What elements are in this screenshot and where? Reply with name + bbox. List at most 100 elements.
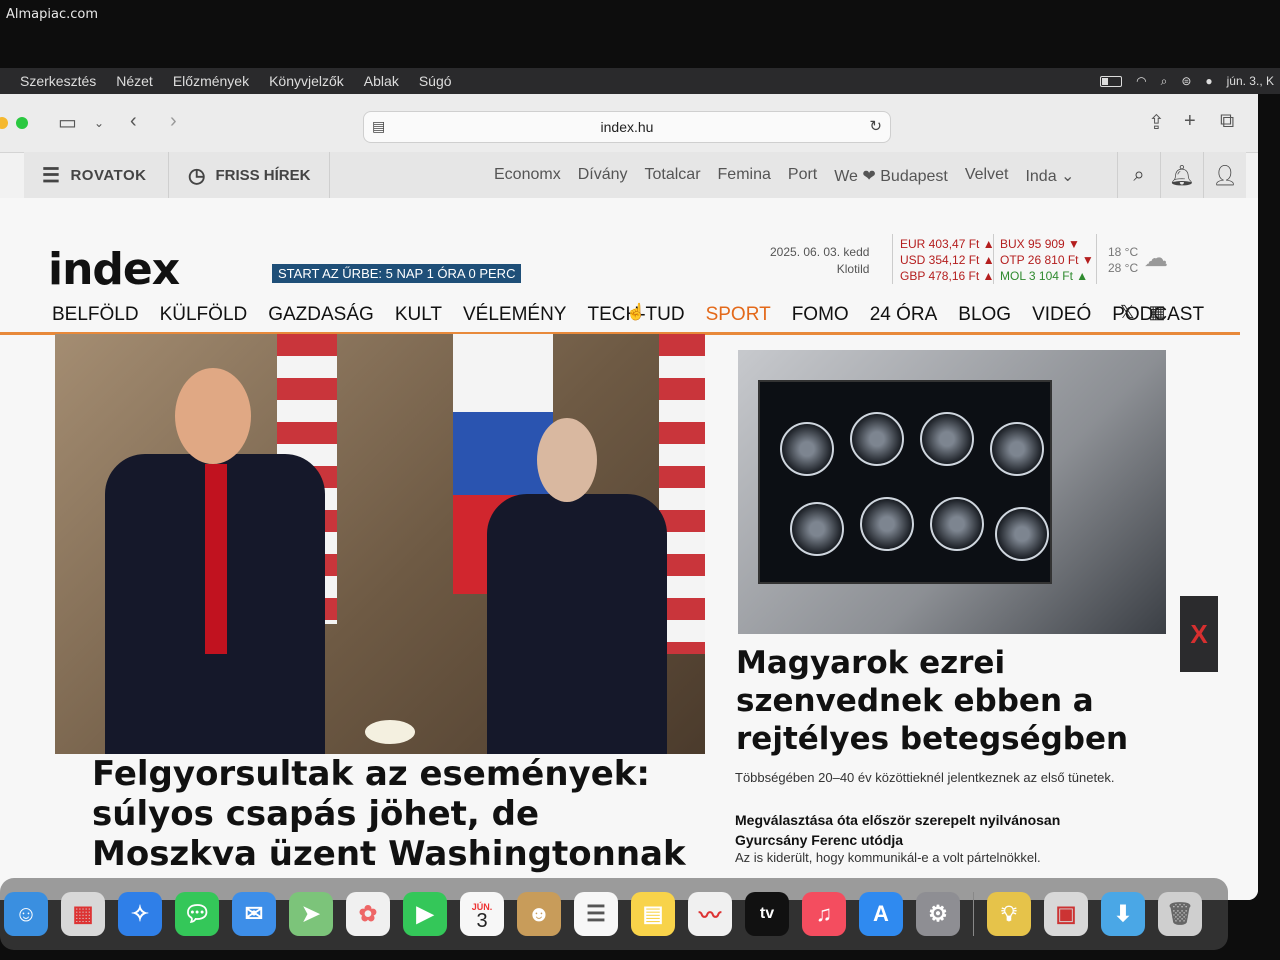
menubar-date[interactable]: jún. 3., K xyxy=(1227,74,1274,88)
currency-rates[interactable]: EUR 403,47 Ft ▲ USD 354,12 Ft ▲ GBP 478,… xyxy=(900,236,995,284)
sub-headline[interactable]: Megválasztása óta először szerepelt nyil… xyxy=(735,810,1135,850)
date-box: 2025. 06. 03. kedd Klotild xyxy=(770,244,869,278)
mouse-cursor-icon: ☝ xyxy=(626,304,646,321)
mail-icon[interactable]: ✉ xyxy=(232,892,276,936)
menu-edit[interactable]: Szerkesztés xyxy=(20,73,96,89)
menu-window[interactable]: Ablak xyxy=(364,73,399,89)
nav-blog[interactable]: BLOG xyxy=(958,304,1011,326)
dock-divider xyxy=(973,892,974,936)
browser-window: ▭ ⌄ ‹ › ▤ index.hu ↻ ⇪ + ⧉ ☰ ROVATOK ◷ F… xyxy=(0,94,1258,900)
tips-icon[interactable]: 💡︎ xyxy=(987,892,1031,936)
rovatok-label: ROVATOK xyxy=(70,166,147,184)
main-headline[interactable]: Felgyorsultak az események: súlyos csapá… xyxy=(92,754,692,874)
temp-min: 18 °C xyxy=(1108,245,1139,259)
menu-history[interactable]: Előzmények xyxy=(173,73,249,89)
menu-bookmarks[interactable]: Könyvjelzők xyxy=(269,73,344,89)
finder-icon[interactable]: ☺ xyxy=(4,892,48,936)
partner-economx[interactable]: Economx xyxy=(494,166,561,186)
side-article-photo[interactable] xyxy=(738,350,1166,634)
stock-rates[interactable]: BUX 95 909 ▼ OTP 26 810 Ft ▼ MOL 3 104 F… xyxy=(1000,236,1094,284)
facetime-icon[interactable]: ▶ xyxy=(403,892,447,936)
partner-welovebudapest[interactable]: We ❤ Budapest xyxy=(834,166,948,186)
reminders-icon[interactable]: ☰ xyxy=(574,892,618,936)
red-tie xyxy=(205,464,227,654)
sidebar-icon[interactable]: ▭ xyxy=(58,110,77,135)
rate-usd: USD 354,12 Ft ▲ xyxy=(900,253,995,267)
nav-velemeny[interactable]: VÉLEMÉNY xyxy=(463,304,566,326)
chevron-down-icon[interactable]: ⌄ xyxy=(94,116,104,130)
close-x-badge[interactable]: X xyxy=(1180,596,1218,672)
battery-icon[interactable] xyxy=(1100,75,1123,87)
nav-kult[interactable]: KULT xyxy=(395,304,442,326)
share-icon[interactable]: ⇪ xyxy=(1148,110,1165,135)
freeform-icon[interactable]: 〰 xyxy=(688,892,732,936)
site-top-bar: ☰ ROVATOK ◷ FRISS HÍREK Economx Dívány T… xyxy=(24,152,1246,199)
partner-inda-dropdown[interactable]: Inda ⌄ xyxy=(1025,166,1074,186)
nameday: Klotild xyxy=(836,262,870,276)
partner-divany[interactable]: Dívány xyxy=(578,166,628,186)
main-article-photo[interactable] xyxy=(55,334,705,754)
rovatok-button[interactable]: ☰ ROVATOK xyxy=(24,152,169,198)
maps-icon[interactable]: ➤ xyxy=(289,892,333,936)
menu-help[interactable]: Súgó xyxy=(419,73,452,89)
trash-icon[interactable]: 🗑︎ xyxy=(1158,892,1202,936)
system-settings-icon[interactable]: ⚙ xyxy=(916,892,960,936)
bell-icon[interactable]: 🔔︎ xyxy=(1160,152,1203,198)
calendar-icon[interactable]: JÚN. 3 xyxy=(460,892,504,936)
person-right-head xyxy=(537,418,597,502)
nav-gazdasag[interactable]: GAZDASÁG xyxy=(268,304,374,326)
watermark: Almapiac.com xyxy=(6,7,99,22)
partner-femina[interactable]: Femina xyxy=(718,166,771,186)
weather[interactable]: 18 °C 28 °C xyxy=(1108,244,1138,276)
music-icon[interactable]: ♫ xyxy=(802,892,846,936)
nav-video[interactable]: VIDEÓ xyxy=(1032,304,1091,326)
rate-gbp: GBP 478,16 Ft ▲ xyxy=(900,269,995,283)
tabs-overview-icon[interactable]: ⧉ xyxy=(1220,110,1234,133)
apps-grid-icon[interactable]: ▦ xyxy=(1149,302,1166,323)
notes-icon[interactable]: ▤ xyxy=(631,892,675,936)
orbit-countdown-banner[interactable]: START AZ ŰRBE: 5 NAP 1 ÓRA 0 PERC xyxy=(272,264,522,283)
control-center-icon[interactable]: ⊜ xyxy=(1181,74,1191,88)
side-headline[interactable]: Magyarok ezrei szenvednek ebben a rejtél… xyxy=(736,644,1156,758)
photo-booth-icon[interactable]: ▣ xyxy=(1044,892,1088,936)
nav-belfold[interactable]: BELFÖLD xyxy=(52,304,139,326)
search-icon[interactable]: ⌕ xyxy=(1161,74,1168,89)
cloud-icon: ☁ xyxy=(1144,245,1168,272)
minimize-button[interactable] xyxy=(0,117,8,129)
index-logo[interactable]: index xyxy=(48,244,180,295)
partner-velvet[interactable]: Velvet xyxy=(965,166,1009,186)
new-tab-icon[interactable]: + xyxy=(1184,110,1196,133)
launchpad-icon[interactable]: ▦ xyxy=(61,892,105,936)
zoom-button[interactable] xyxy=(16,117,28,129)
safari-icon[interactable]: ✧ xyxy=(118,892,162,936)
side-lead: Többségében 20–40 év közöttieknél jelent… xyxy=(735,770,1115,785)
partner-totalcar[interactable]: Totalcar xyxy=(645,166,701,186)
partner-port[interactable]: Port xyxy=(788,166,817,186)
siri-icon[interactable]: ● xyxy=(1205,74,1212,88)
x-social-icon[interactable]: 𝕏 xyxy=(1120,302,1135,323)
apple-tv-icon[interactable]: tv xyxy=(745,892,789,936)
friss-hirek-button[interactable]: ◷ FRISS HÍREK xyxy=(170,152,330,198)
nav-kulfold[interactable]: KÜLFÖLD xyxy=(160,304,248,326)
address-bar[interactable]: ▤ index.hu ↻ xyxy=(363,111,891,143)
messages-icon[interactable]: 💬︎ xyxy=(175,892,219,936)
menu-view[interactable]: Nézet xyxy=(116,73,153,89)
sub-lead: Az is kiderült, hogy kommunikál-e a volt… xyxy=(735,850,1041,865)
user-icon[interactable]: 👤︎ xyxy=(1203,152,1246,198)
photos-icon[interactable]: ✿ xyxy=(346,892,390,936)
wifi-icon[interactable]: ◠ xyxy=(1136,74,1146,88)
mac-dock: ☺ ▦ ✧ 💬︎ ✉ ➤ ✿ ▶ JÚN. 3 ☻ ☰ ▤ 〰 tv ♫ A ⚙… xyxy=(0,878,1228,950)
site-search-icon[interactable]: ⌕ xyxy=(1117,152,1160,198)
nav-fomo[interactable]: FOMO xyxy=(792,304,849,326)
downloads-folder-icon[interactable]: ⬇ xyxy=(1101,892,1145,936)
rate-eur: EUR 403,47 Ft ▲ xyxy=(900,237,995,251)
hamburger-icon: ☰ xyxy=(42,164,61,187)
forward-icon[interactable]: › xyxy=(170,110,177,133)
app-store-icon[interactable]: A xyxy=(859,892,903,936)
nav-24-ora[interactable]: 24 ÓRA xyxy=(870,304,938,326)
contacts-icon[interactable]: ☻ xyxy=(517,892,561,936)
url-text[interactable]: index.hu xyxy=(364,119,890,135)
reload-icon[interactable]: ↻ xyxy=(869,117,882,135)
back-icon[interactable]: ‹ xyxy=(130,110,137,133)
nav-sport[interactable]: SPORT xyxy=(706,304,771,326)
